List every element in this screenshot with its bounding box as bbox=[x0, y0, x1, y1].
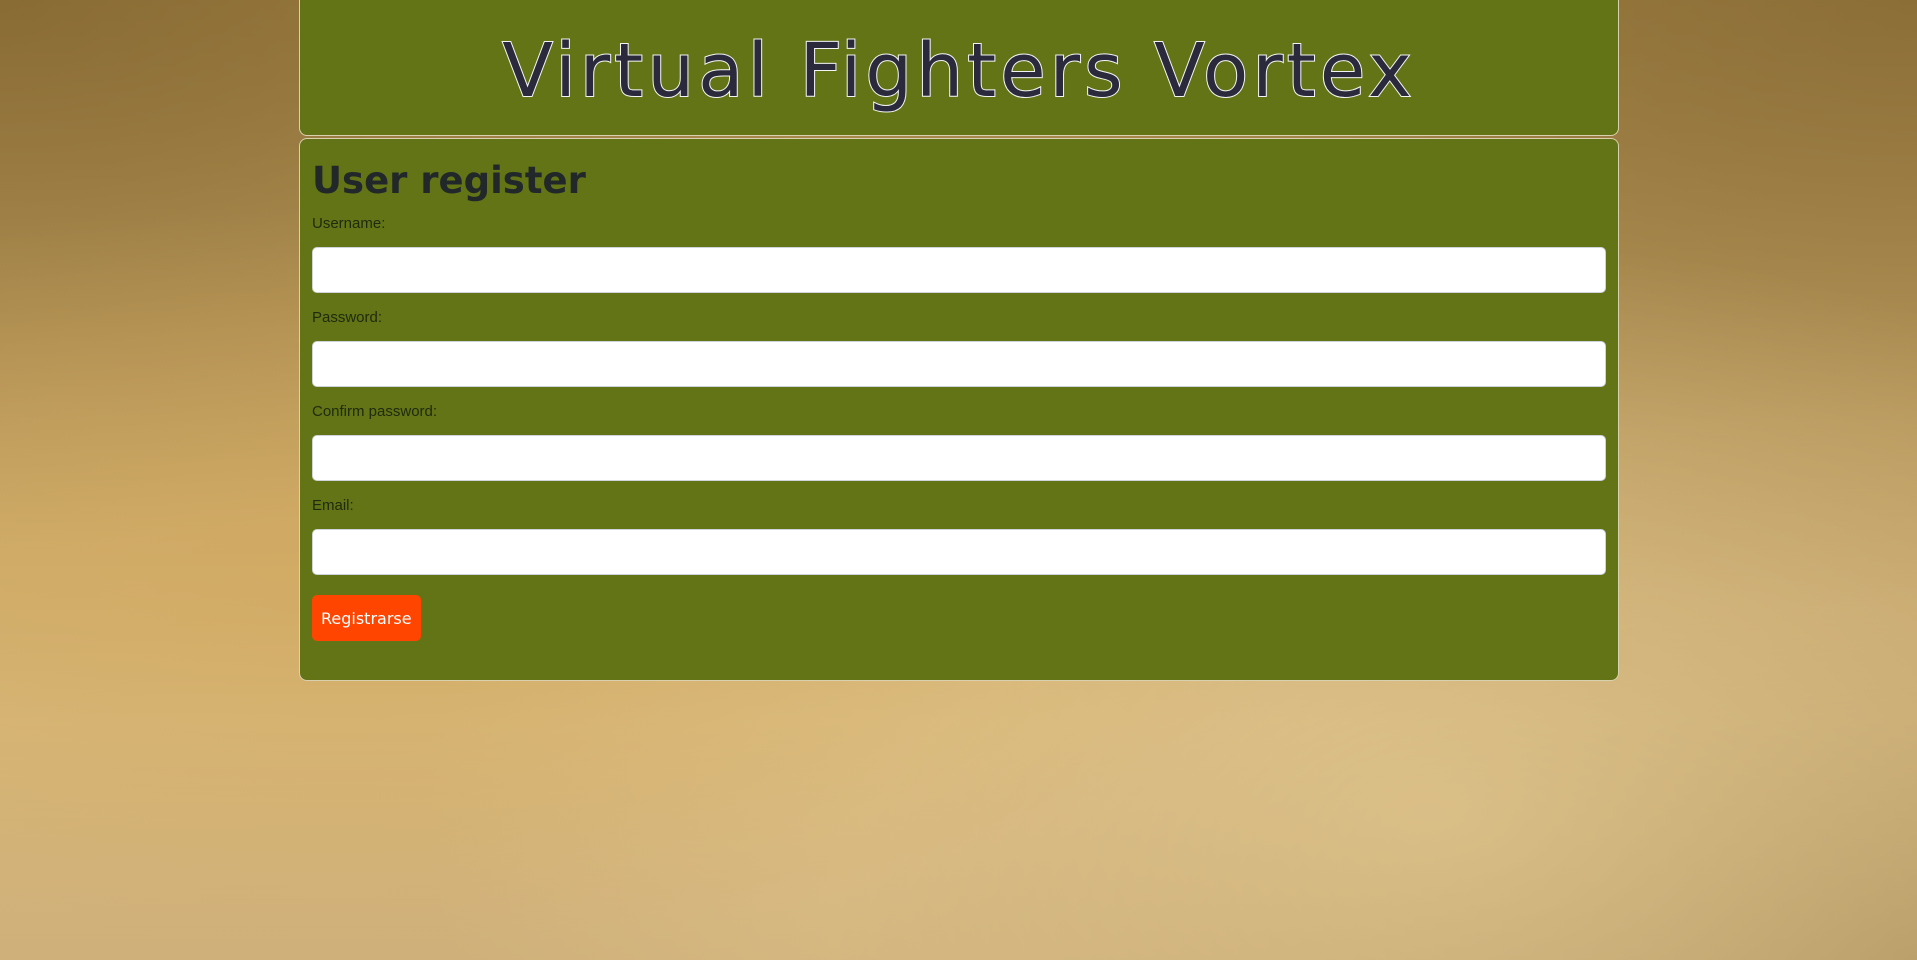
form-title: User register bbox=[312, 159, 586, 202]
username-field-group: Username: bbox=[312, 215, 1606, 293]
confirm-password-label: Confirm password: bbox=[312, 403, 438, 420]
password-label: Password: bbox=[312, 309, 383, 326]
register-form: User register Username: Password: Confir… bbox=[299, 138, 1619, 681]
email-field-group: Email: bbox=[312, 497, 1606, 575]
username-input[interactable] bbox=[312, 247, 1606, 293]
email-label: Email: bbox=[312, 497, 354, 514]
register-button[interactable]: Registrarse bbox=[312, 595, 421, 641]
page-container: Virtual Fighters Vortex User register Us… bbox=[299, 0, 1619, 681]
confirm-password-input[interactable] bbox=[312, 435, 1606, 481]
username-label: Username: bbox=[312, 215, 386, 232]
confirm-password-field-group: Confirm password: bbox=[312, 403, 1606, 481]
site-title: Virtual Fighters Vortex bbox=[501, 27, 1416, 115]
email-input[interactable] bbox=[312, 529, 1606, 575]
password-input[interactable] bbox=[312, 341, 1606, 387]
site-header: Virtual Fighters Vortex bbox=[299, 0, 1619, 136]
password-field-group: Password: bbox=[312, 309, 1606, 387]
